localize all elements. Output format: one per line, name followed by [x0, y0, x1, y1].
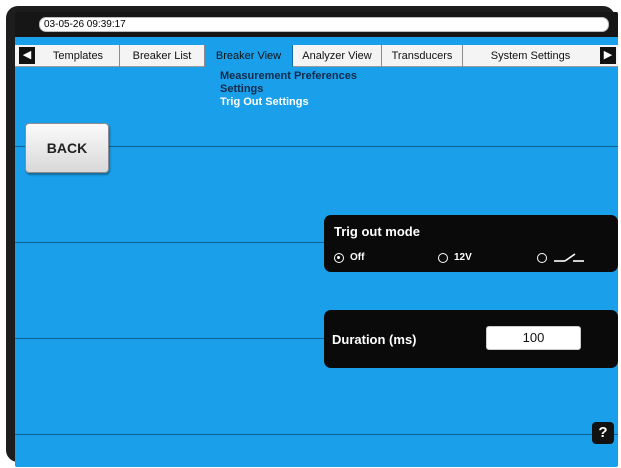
help-button[interactable]: ? [592, 422, 614, 444]
radio-off-label: Off [350, 252, 365, 263]
duration-panel: Duration (ms) 100 [324, 310, 618, 368]
radio-unchecked-icon [438, 253, 448, 263]
duration-input[interactable]: 100 [486, 326, 581, 350]
trig-out-mode-panel: Trig out mode Off 12V [324, 215, 618, 272]
screen: 03-05-26 09:39:17 ◀ Templates Breaker Li… [15, 12, 618, 467]
status-bar: 03-05-26 09:39:17 [15, 12, 618, 37]
breadcrumb-settings[interactable]: Settings [220, 83, 357, 96]
tab-breaker-view[interactable]: Breaker View [205, 45, 293, 67]
scroll-right-icon[interactable]: ▶ [600, 47, 616, 64]
breadcrumb: Measurement Preferences Settings Trig Ou… [220, 70, 357, 109]
duration-label: Duration (ms) [332, 332, 417, 347]
tab-analyzer-view[interactable]: Analyzer View [293, 45, 382, 67]
tab-breaker-list[interactable]: Breaker List [120, 45, 205, 67]
radio-12v-label: 12V [454, 252, 472, 263]
tab-templates[interactable]: Templates [37, 45, 120, 67]
back-button[interactable]: BACK [25, 123, 109, 173]
radio-off[interactable]: Off [334, 252, 364, 264]
breadcrumb-measurement-preferences[interactable]: Measurement Preferences [220, 70, 357, 83]
contact-closure-icon [554, 253, 584, 262]
tab-bar: ◀ Templates Breaker List Breaker View An… [15, 45, 618, 67]
trig-out-mode-title: Trig out mode [334, 224, 420, 239]
radio-checked-icon [334, 253, 344, 263]
breadcrumb-trig-out-settings: Trig Out Settings [220, 96, 309, 108]
tab-system-settings[interactable]: System Settings [463, 45, 598, 67]
radio-unchecked-icon [537, 253, 547, 263]
tab-transducers[interactable]: Transducers [382, 45, 463, 67]
datetime-display: 03-05-26 09:39:17 [39, 17, 609, 32]
scroll-left-icon[interactable]: ◀ [19, 47, 35, 64]
radio-12v[interactable]: 12V [438, 252, 472, 264]
divider-line [15, 434, 618, 435]
radio-contact[interactable] [537, 252, 585, 264]
